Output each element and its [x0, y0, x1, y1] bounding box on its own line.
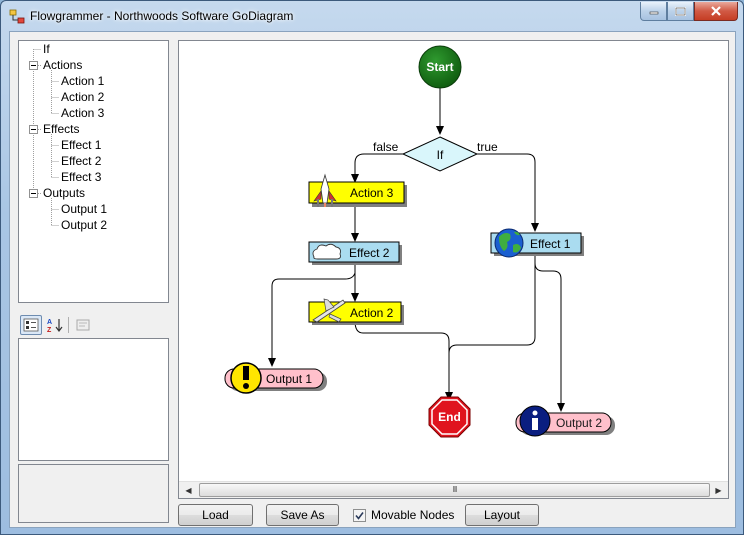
- link-action2-end: [354, 320, 453, 401]
- property-grid[interactable]: [18, 338, 169, 461]
- property-pages-button[interactable]: [72, 315, 94, 335]
- arrow-right-icon: ▶: [715, 485, 722, 495]
- app-icon: [9, 9, 25, 24]
- property-toolbar: A Z: [18, 315, 169, 337]
- link-if-false: [351, 153, 403, 183]
- checkmark-icon: [355, 511, 364, 520]
- layout-button[interactable]: Layout: [465, 504, 539, 526]
- expander-effects[interactable]: [29, 125, 38, 134]
- effect1-node[interactable]: Effect 1: [490, 228, 584, 258]
- output1-node[interactable]: Output 1: [224, 362, 327, 394]
- effect2-label: Effect 2: [349, 246, 390, 260]
- false-label: false: [373, 140, 399, 154]
- expander-actions[interactable]: [29, 61, 38, 70]
- alphabetical-sort-button[interactable]: A Z: [44, 315, 66, 335]
- action2-node[interactable]: Action 2: [308, 298, 404, 325]
- svg-text:Z: Z: [47, 327, 52, 333]
- movable-nodes-label: Movable Nodes: [371, 508, 455, 522]
- end-label: End: [438, 410, 461, 424]
- palette-tree[interactable]: If Actions Action 1 Action 2 Action 3 Ef…: [18, 40, 169, 303]
- arrow-left-icon: ◀: [185, 485, 192, 495]
- maximize-button[interactable]: [667, 2, 694, 21]
- svg-text:A: A: [47, 319, 52, 326]
- app-window: Flowgrammer - Northwoods Software GoDiag…: [0, 0, 744, 535]
- output2-node[interactable]: Output 2: [515, 405, 615, 437]
- horizontal-scrollbar[interactable]: ◀ III ▶: [179, 481, 728, 498]
- link-effect1-output2: [534, 253, 565, 412]
- toolbar-separator: [68, 317, 69, 333]
- scroll-grip: III: [452, 485, 458, 494]
- end-node[interactable]: End: [428, 396, 471, 438]
- diagram-view[interactable]: Start If false true Action 3 Effect 2 Ac…: [178, 40, 729, 499]
- window-title: Flowgrammer - Northwoods Software GoDiag…: [30, 9, 294, 23]
- movable-nodes-checkbox[interactable]: Movable Nodes: [353, 507, 454, 523]
- link-if-true: [477, 153, 539, 232]
- link-effect1-end: [448, 253, 536, 400]
- title-bar[interactable]: Flowgrammer - Northwoods Software GoDiag…: [1, 1, 743, 31]
- property-help-pane: [18, 464, 169, 523]
- info-icon: [519, 405, 551, 437]
- action3-label: Action 3: [350, 186, 394, 200]
- property-pages-icon: [76, 319, 90, 331]
- scroll-right-button[interactable]: ▶: [710, 482, 727, 498]
- if-label: If: [437, 148, 444, 162]
- minimize-icon: [649, 11, 658, 15]
- effect1-label: Effect 1: [530, 237, 571, 251]
- close-icon: [711, 6, 721, 16]
- load-button[interactable]: Load: [178, 504, 253, 526]
- maximize-icon: [675, 6, 686, 16]
- effect2-node[interactable]: Effect 2: [308, 241, 402, 265]
- categorized-button[interactable]: [20, 315, 42, 335]
- diagram-canvas[interactable]: Start If false true Action 3 Effect 2 Ac…: [179, 41, 728, 482]
- warning-exclamation-icon: [230, 362, 262, 394]
- expander-outputs[interactable]: [29, 189, 38, 198]
- categorized-icon: [23, 318, 39, 332]
- start-label: Start: [426, 60, 453, 74]
- start-node[interactable]: Start: [418, 45, 462, 89]
- output2-label: Output 2: [556, 416, 602, 430]
- movable-nodes-check[interactable]: [353, 508, 366, 522]
- sort-az-icon: A Z: [47, 319, 63, 333]
- action3-node[interactable]: Action 3: [308, 173, 407, 207]
- action2-label: Action 2: [350, 306, 394, 320]
- client-area: If Actions Action 1 Action 2 Action 3 Ef…: [9, 31, 736, 528]
- output1-label: Output 1: [266, 372, 312, 386]
- minimize-button[interactable]: [640, 2, 667, 21]
- scroll-left-button[interactable]: ◀: [180, 482, 197, 498]
- globe-icon: [494, 228, 524, 258]
- true-label: true: [477, 140, 498, 154]
- scroll-thumb[interactable]: III: [199, 483, 710, 497]
- if-node[interactable]: If: [401, 136, 479, 172]
- close-button[interactable]: [694, 2, 738, 21]
- save-as-button[interactable]: Save As: [266, 504, 339, 526]
